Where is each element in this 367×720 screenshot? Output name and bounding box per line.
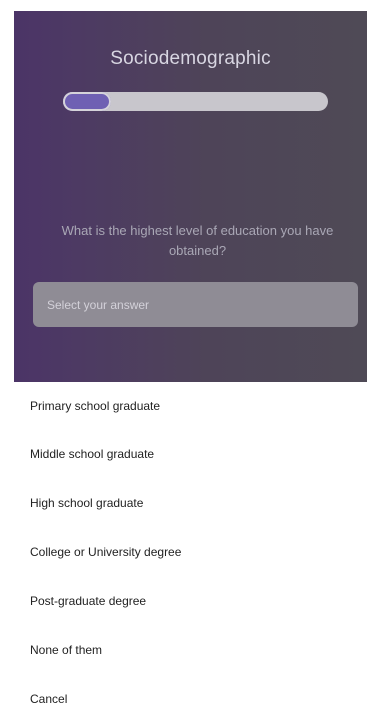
question-panel: Sociodemographic What is the highest lev… [14, 11, 367, 382]
answer-select[interactable]: Select your answer [33, 282, 358, 327]
option-middle-school[interactable]: Middle school graduate [0, 430, 367, 479]
option-high-school[interactable]: High school graduate [0, 479, 367, 528]
option-post-graduate[interactable]: Post-graduate degree [0, 577, 367, 626]
option-primary-school[interactable]: Primary school graduate [0, 382, 367, 430]
question-text: What is the highest level of education y… [61, 223, 334, 258]
option-college-degree[interactable]: College or University degree [0, 528, 367, 577]
option-none-of-them[interactable]: None of them [0, 626, 367, 675]
cancel-button[interactable]: Cancel [0, 675, 367, 720]
options-menu: Primary school graduate Middle school gr… [0, 382, 367, 720]
progress-bar-fill [63, 92, 111, 111]
page-title: Sociodemographic [110, 48, 271, 69]
progress-bar [63, 92, 328, 111]
screen: Sociodemographic What is the highest lev… [0, 0, 367, 720]
